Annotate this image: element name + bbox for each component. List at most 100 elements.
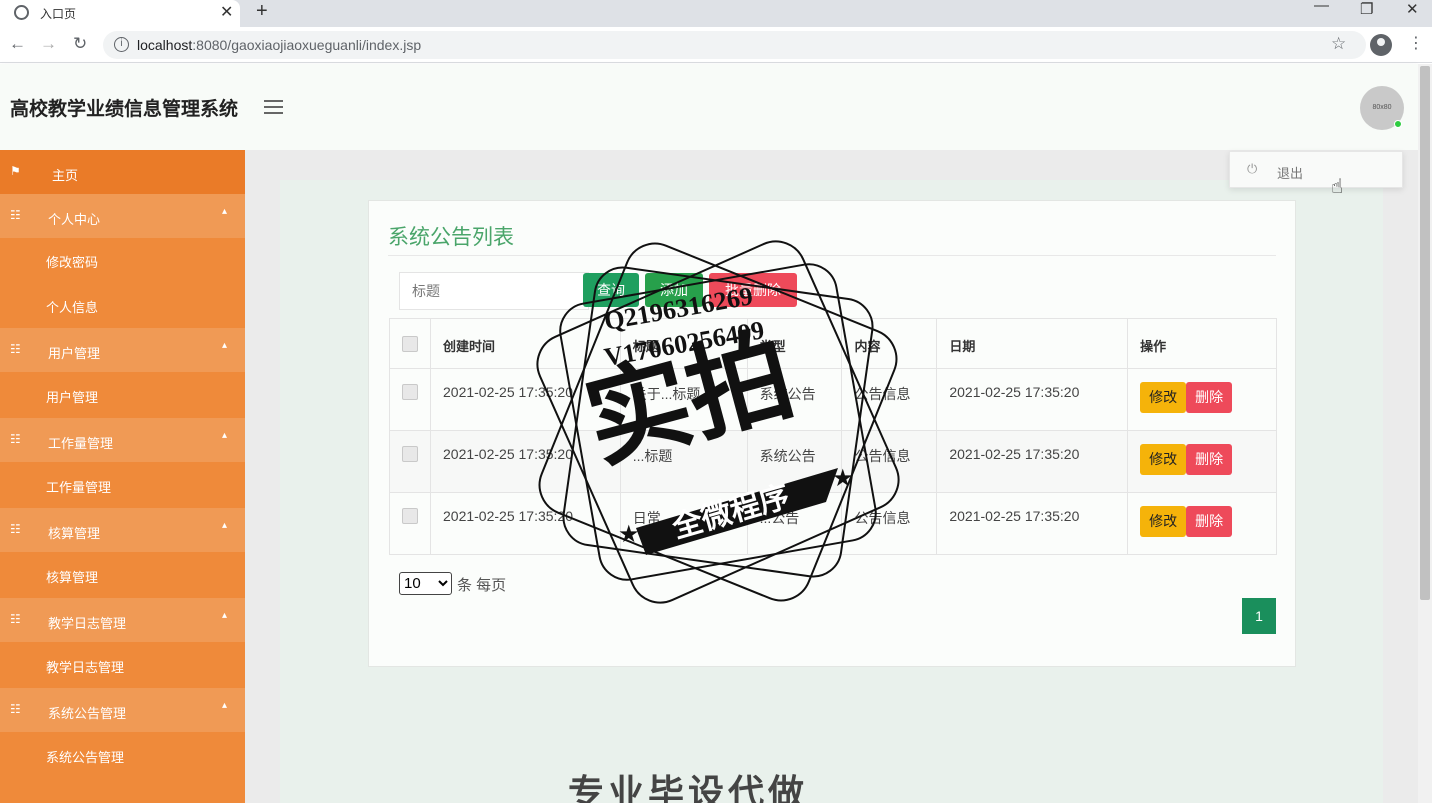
grid-icon: ☷ (10, 522, 21, 536)
cell-created: 2021-02-25 17:35:20 (430, 368, 621, 431)
edit-button[interactable]: 修改 (1140, 444, 1187, 475)
forward-icon[interactable]: → (40, 34, 57, 54)
cell-type: ...公告 (746, 492, 843, 555)
grid-icon: ☷ (10, 342, 21, 356)
query-button[interactable]: 查询 (583, 273, 639, 307)
page-size-suffix: 条 每页 (457, 577, 507, 594)
cell-content: 公告信息 (841, 368, 938, 431)
edit-button[interactable]: 修改 (1140, 382, 1187, 413)
cell-actions: 修改 删除 (1127, 368, 1277, 431)
sidebar-item-announcements[interactable]: 系统公告管理 (0, 733, 245, 778)
sidebar: ⚑ 主页 ☷ 个人中心 ▴ 修改密码 个人信息 ☷ 用户管理 ▴ 用户管理 ☷ … (0, 150, 245, 803)
flag-icon: ⚑ (10, 164, 21, 178)
batch-delete-button[interactable]: 批量删除 (709, 273, 797, 307)
close-tab-icon[interactable]: ✕ (220, 2, 233, 22)
grid-icon: ☷ (10, 702, 21, 716)
sidebar-group-accounting[interactable]: ☷ 核算管理 ▴ (0, 508, 245, 552)
row-checkbox[interactable] (402, 446, 418, 462)
pagination-page-1[interactable]: 1 (1242, 598, 1276, 634)
caret-up-icon: ▴ (222, 610, 228, 621)
sidebar-item-home[interactable]: ⚑ 主页 (0, 150, 245, 194)
sidebar-group-workload[interactable]: ☷ 工作量管理 ▴ (0, 418, 245, 462)
cell-title: 日常... (619, 492, 748, 555)
caret-up-icon: ▴ (222, 206, 228, 217)
sidebar-item-workload[interactable]: 工作量管理 (0, 463, 245, 508)
sidebar-item-accounting[interactable]: 核算管理 (0, 553, 245, 598)
add-button[interactable]: 添加 (645, 273, 703, 307)
url-text: localhost:8080/gaoxiaojiaoxueguanli/inde… (137, 37, 422, 53)
address-bar: ← → ↻ i localhost:8080/gaoxiaojiaoxuegua… (0, 27, 1432, 63)
browser-tabbar: 入口页 ✕ + — ❐ ✕ (0, 0, 1432, 27)
tab-title: 入口页 (40, 7, 77, 21)
announcement-list-card: 系统公告列表 查询 添加 批量删除 创建时间 标题 类型 内容 日期 操作 20… (368, 200, 1296, 667)
grid-icon: ☷ (10, 612, 21, 626)
cell-date: 2021-02-25 17:35:20 (936, 430, 1129, 493)
column-header: 操作 (1127, 318, 1277, 369)
menu-kebab-icon[interactable]: ⋮ (1408, 33, 1424, 53)
cell-content: 公告信息 (841, 430, 938, 493)
caret-up-icon: ▴ (222, 700, 228, 711)
bookmark-star-icon[interactable]: ☆ (1331, 34, 1346, 54)
page-title: 系统公告列表 (388, 226, 514, 249)
profile-icon[interactable] (1370, 34, 1392, 56)
select-all-cell[interactable] (389, 318, 431, 369)
sidebar-item-users[interactable]: 用户管理 (0, 373, 245, 418)
user-dropdown: ⏻ 退出 (1229, 151, 1403, 188)
cell-actions: 修改 删除 (1127, 492, 1277, 555)
hand-cursor-icon: ☝ (1331, 176, 1344, 198)
browser-tab[interactable]: 入口页 ✕ (0, 0, 240, 27)
column-header: 标题 (619, 318, 748, 369)
table-row: 2021-02-25 17:35:20 ...标题 系统公告 公告信息 2021… (389, 430, 1277, 493)
row-checkbox[interactable] (402, 384, 418, 400)
reload-icon[interactable]: ↻ (73, 34, 87, 54)
page-size-select[interactable]: 10 (399, 572, 452, 595)
scrollbar-thumb[interactable] (1420, 66, 1430, 600)
cell-type: 系统公告 (746, 368, 843, 431)
column-header: 类型 (746, 318, 843, 369)
new-tab-icon[interactable]: + (256, 0, 268, 23)
caret-up-icon: ▴ (222, 430, 228, 441)
cell-date: 2021-02-25 17:35:20 (936, 368, 1129, 431)
delete-button[interactable]: 删除 (1186, 382, 1233, 413)
table-row: 2021-02-25 17:35:20 关于...标题 系统公告 公告信息 20… (389, 368, 1277, 431)
row-checkbox[interactable] (402, 508, 418, 524)
title-search-input[interactable] (399, 272, 589, 310)
cell-created: 2021-02-25 17:35:20 (430, 492, 621, 555)
url-field[interactable]: i localhost:8080/gaoxiaojiaoxueguanli/in… (103, 31, 1366, 59)
back-icon[interactable]: ← (9, 34, 26, 54)
online-status-dot (1394, 120, 1402, 128)
select-all-checkbox[interactable] (402, 336, 418, 352)
cell-date: 2021-02-25 17:35:20 (936, 492, 1129, 555)
app-title: 高校教学业绩信息管理系统 (10, 99, 239, 120)
power-icon: ⏻ (1247, 161, 1258, 176)
divider (388, 255, 1276, 256)
cell-title: ...标题 (619, 430, 748, 493)
sidebar-item-personal-info[interactable]: 个人信息 (0, 283, 245, 328)
cell-content: 公告信息 (841, 492, 938, 555)
logout-item[interactable]: 退出 (1277, 163, 1303, 182)
cell-type: 系统公告 (746, 430, 843, 493)
caret-up-icon: ▴ (222, 340, 228, 351)
info-icon[interactable]: i (114, 37, 129, 52)
grid-icon: ☷ (10, 208, 21, 222)
restore-icon[interactable]: ❐ (1360, 0, 1373, 18)
hamburger-menu-icon[interactable] (264, 100, 283, 118)
sidebar-group-announcements[interactable]: ☷ 系统公告管理 ▴ (0, 688, 245, 732)
minimize-icon[interactable]: — (1314, 0, 1329, 14)
bottom-banner: 专业毕设代做 (568, 772, 809, 803)
delete-button[interactable]: 删除 (1186, 444, 1233, 475)
window-close-icon[interactable]: ✕ (1406, 0, 1419, 18)
announcement-table: 创建时间 标题 类型 内容 日期 操作 2021-02-25 17:35:20 … (389, 318, 1277, 555)
column-header: 创建时间 (430, 318, 621, 369)
sidebar-item-teaching-log[interactable]: 教学日志管理 (0, 643, 245, 688)
delete-button[interactable]: 删除 (1186, 506, 1233, 537)
sidebar-group-teaching-log[interactable]: ☷ 教学日志管理 ▴ (0, 598, 245, 642)
table-header-row: 创建时间 标题 类型 内容 日期 操作 (389, 318, 1277, 369)
table-row: 2021-02-25 17:35:20 日常... ...公告 公告信息 202… (389, 492, 1277, 555)
app-header: 高校教学业绩信息管理系统 80x80 (0, 64, 1418, 150)
sidebar-item-change-password[interactable]: 修改密码 (0, 238, 245, 283)
sidebar-group-personal[interactable]: ☷ 个人中心 ▴ (0, 194, 245, 238)
column-header: 内容 (841, 318, 938, 369)
edit-button[interactable]: 修改 (1140, 506, 1187, 537)
sidebar-group-users[interactable]: ☷ 用户管理 ▴ (0, 328, 245, 372)
